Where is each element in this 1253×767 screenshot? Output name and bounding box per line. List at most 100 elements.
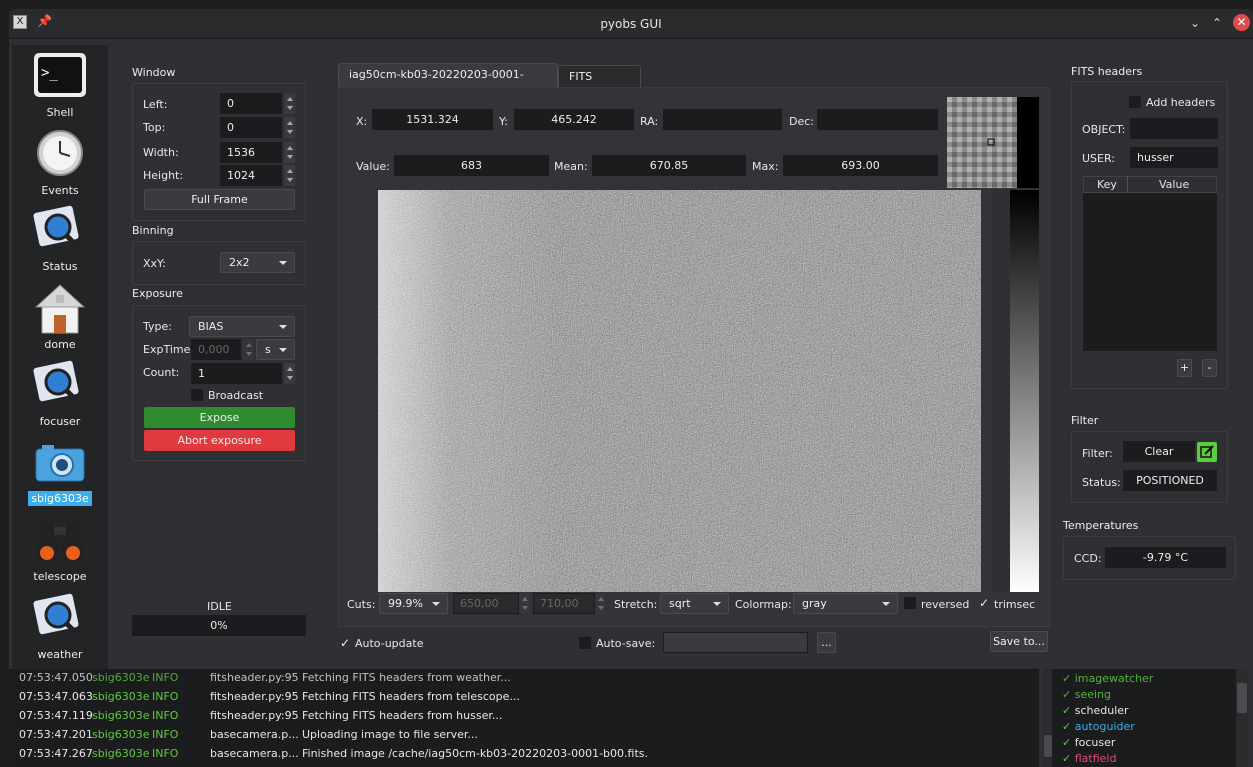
magnifier-icon (32, 205, 88, 257)
height-input[interactable]: 1024 (220, 165, 282, 186)
sidebar-item-sbig6303e[interactable]: sbig6303e (12, 437, 108, 506)
user-label: USER: (1082, 152, 1115, 165)
count-spinner[interactable] (284, 363, 295, 384)
cuts-select[interactable]: 99.9% (379, 593, 448, 614)
value-label: Value: (356, 160, 390, 173)
add-headers-label: Add headers (1146, 96, 1216, 109)
cut-low-spinner[interactable] (519, 593, 530, 614)
stretch-select[interactable]: sqrt (660, 593, 729, 614)
minimize-button[interactable]: ⌄ (1187, 15, 1203, 31)
terminal-icon: >_ (32, 51, 88, 103)
sidebar-item-shell[interactable]: >_ Shell (12, 51, 108, 120)
binning-select[interactable]: 2x2 (220, 252, 295, 273)
cut-high-spinner[interactable] (595, 593, 606, 614)
count-input[interactable]: 1 (191, 363, 282, 384)
x-label: X: (356, 115, 368, 128)
close-button[interactable]: ✕ (1233, 14, 1250, 31)
x-value: 1531.324 (372, 109, 493, 130)
list-item[interactable]: ✓ autoguider (1062, 720, 1135, 733)
exptime-input[interactable]: 0,000 (191, 339, 241, 360)
tab-image[interactable]: iag50cm-kb03-20220203-0001-b00.fits (338, 63, 558, 103)
top-input[interactable]: 0 (220, 117, 282, 138)
dec-label: Dec: (789, 115, 814, 128)
module-list[interactable]: ✓ imagewatcher ✓ seeing ✓ scheduler ✓ au… (1052, 669, 1248, 767)
exptime-unit-select[interactable]: s (256, 339, 295, 360)
title-bar: X 📌 pyobs GUI ⌄ ⌃ ✕ (9, 9, 1253, 39)
sidebar-item-status[interactable]: Status (12, 205, 108, 274)
trimsec-checkbox[interactable]: ✓ (979, 597, 991, 609)
fits-image[interactable] (378, 190, 981, 592)
sidebar-item-events[interactable]: Events (12, 129, 108, 198)
auto-update-checkbox[interactable]: ✓ (340, 637, 352, 649)
object-input[interactable] (1130, 118, 1218, 139)
module-list-scrollbar[interactable] (1236, 669, 1248, 767)
colorbar (991, 190, 1039, 592)
svg-text:>_: >_ (41, 65, 58, 81)
dec-value (817, 109, 938, 130)
list-item[interactable]: ✓ scheduler (1062, 704, 1129, 717)
header-table[interactable]: Key Value (1083, 176, 1217, 351)
camera-icon (32, 437, 88, 489)
list-item[interactable]: ✓ flatfield (1062, 752, 1116, 765)
width-spinner[interactable] (284, 142, 295, 163)
remove-header-button[interactable]: - (1202, 359, 1217, 377)
filter-value: Clear (1123, 441, 1195, 462)
filter-status-label: Status: (1082, 476, 1121, 489)
sidebar-item-telescope[interactable]: telescope (12, 515, 108, 584)
browse-button[interactable]: ... (817, 632, 836, 653)
auto-save-path-input[interactable] (663, 632, 808, 653)
cut-high-input[interactable]: 710,00 (533, 593, 595, 614)
list-item[interactable]: ✓ focuser (1062, 736, 1115, 749)
exposure-progress-bar: 0% (132, 615, 306, 636)
tab-fits-header[interactable]: FITS header (558, 65, 641, 105)
auto-save-checkbox[interactable] (579, 637, 591, 649)
key-column-header[interactable]: Key (1097, 178, 1117, 191)
colormap-select[interactable]: gray (793, 593, 898, 614)
edit-filter-icon[interactable] (1197, 442, 1217, 462)
filter-label: Filter: (1082, 447, 1113, 460)
height-label: Height: (143, 169, 184, 182)
image-thumbnail[interactable] (947, 97, 1039, 188)
sidebar-item-weather[interactable]: weather (12, 593, 108, 662)
log-view[interactable]: 07:53:47.050 sbig6303e INFO fitsheader.p… (9, 669, 1053, 767)
binoculars-icon (32, 515, 88, 567)
width-label: Width: (143, 146, 179, 159)
left-spinner[interactable] (284, 93, 295, 114)
temperatures-section-title: Temperatures (1063, 519, 1139, 532)
reversed-checkbox[interactable] (904, 597, 916, 609)
ccd-temperature-value: -9.79 °C (1105, 547, 1226, 568)
ra-label: RA: (640, 115, 659, 128)
user-input[interactable]: husser (1130, 147, 1218, 168)
auto-update-label: Auto-update (355, 637, 424, 650)
left-input[interactable]: 0 (220, 93, 282, 114)
expose-button[interactable]: Expose (144, 407, 295, 428)
cut-low-input[interactable]: 650,00 (453, 593, 519, 614)
width-input[interactable]: 1536 (220, 142, 282, 163)
broadcast-checkbox[interactable] (191, 389, 203, 401)
maximize-button[interactable]: ⌃ (1209, 15, 1225, 31)
binning-section-title: Binning (132, 224, 174, 237)
reversed-label: reversed (921, 598, 970, 611)
ccd-label: CCD: (1074, 552, 1102, 565)
exptime-label: ExpTime: (143, 343, 195, 356)
value-column-header[interactable]: Value (1159, 178, 1189, 191)
type-label: Type: (143, 320, 172, 333)
magnifier-icon (32, 360, 88, 412)
top-spinner[interactable] (284, 117, 295, 138)
module-sidebar: >_ Shell Events Status dome focuser sbig… (12, 45, 108, 670)
count-label: Count: (143, 366, 180, 379)
list-item[interactable]: ✓ seeing (1062, 688, 1111, 701)
mean-label: Mean: (554, 160, 588, 173)
type-select[interactable]: BIAS (189, 316, 295, 337)
full-frame-button[interactable]: Full Frame (144, 189, 295, 210)
exptime-spinner[interactable] (243, 339, 254, 360)
add-header-button[interactable]: + (1177, 359, 1192, 377)
save-to-button[interactable]: Save to... (990, 631, 1048, 652)
list-item[interactable]: ✓ imagewatcher (1062, 672, 1153, 685)
height-spinner[interactable] (284, 165, 295, 186)
sidebar-item-dome[interactable]: dome (12, 283, 108, 352)
add-headers-checkbox[interactable] (1129, 96, 1141, 108)
abort-exposure-button[interactable]: Abort exposure (144, 430, 295, 451)
magnifier-icon (32, 593, 88, 645)
sidebar-item-focuser[interactable]: focuser (12, 360, 108, 429)
